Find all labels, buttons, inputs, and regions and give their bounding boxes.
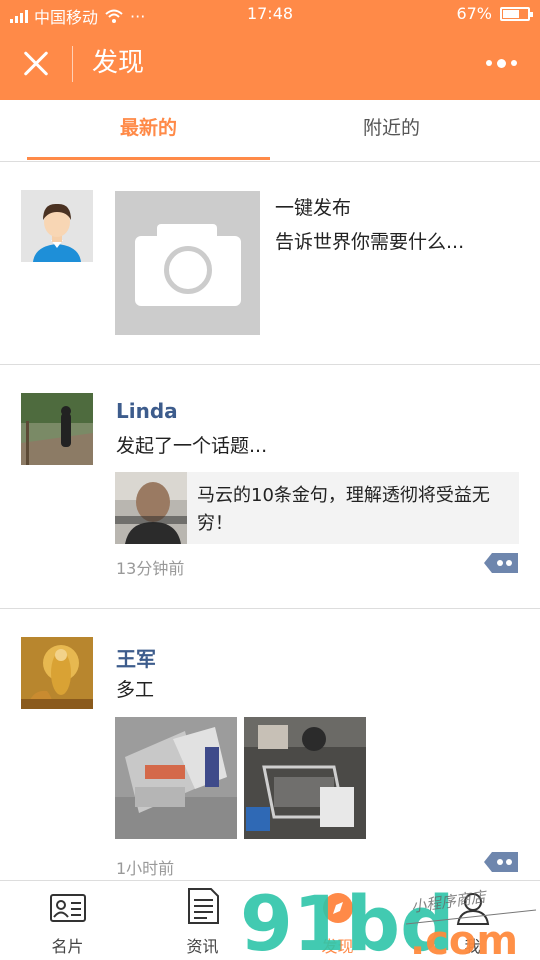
nav-label: 我 bbox=[464, 937, 481, 956]
post-timestamp: 13分钟前 bbox=[116, 559, 185, 578]
close-button[interactable] bbox=[18, 46, 54, 82]
nav-item-me[interactable]: 我 bbox=[405, 881, 540, 960]
card-icon bbox=[50, 894, 86, 922]
title-bar: 发现 bbox=[0, 30, 540, 100]
post-timestamp: 1小时前 bbox=[116, 859, 175, 878]
status-bar: 中国移动 ··· 17:48 67% bbox=[0, 0, 540, 30]
nav-label: 发现 bbox=[321, 937, 354, 956]
compose-section: 一键发布 告诉世界你需要什么... bbox=[0, 163, 540, 365]
compass-icon bbox=[323, 893, 353, 923]
compose-title[interactable]: 一键发布 bbox=[275, 193, 351, 220]
app-header: 中国移动 ··· 17:48 67% 发现 bbox=[0, 0, 540, 100]
nav-label: 名片 bbox=[51, 937, 84, 956]
battery-percent: 67% bbox=[456, 4, 492, 23]
shared-article-card[interactable]: 马云的10条金句，理解透彻将受益无穷！ bbox=[115, 472, 519, 544]
nav-item-news[interactable]: 资讯 bbox=[135, 881, 270, 960]
battery-icon bbox=[500, 6, 533, 21]
feed-post: 王军 多工 1小时前 bbox=[0, 609, 540, 881]
nav-label: 资讯 bbox=[186, 937, 219, 956]
compose-prompt[interactable]: 告诉世界你需要什么... bbox=[275, 227, 464, 254]
more-options-button[interactable] bbox=[486, 56, 518, 70]
tab-nearby[interactable]: 附近的 bbox=[270, 100, 513, 160]
page-title: 发现 bbox=[92, 48, 145, 78]
post-text: 发起了一个话题... bbox=[116, 435, 268, 457]
user-avatar[interactable] bbox=[21, 637, 93, 709]
post-author-name[interactable]: 王军 bbox=[116, 643, 156, 672]
post-photo[interactable] bbox=[244, 717, 366, 839]
comment-icon[interactable] bbox=[484, 553, 518, 573]
nav-item-discover[interactable]: 发现 bbox=[270, 881, 405, 960]
tab-bar: 最新的 附近的 bbox=[0, 100, 540, 162]
post-photo[interactable] bbox=[115, 717, 237, 839]
post-author-name[interactable]: Linda bbox=[116, 399, 178, 423]
add-photo-button[interactable] bbox=[115, 191, 260, 335]
article-thumbnail bbox=[115, 472, 187, 544]
my-avatar[interactable] bbox=[21, 190, 93, 262]
feed-post: Linda 发起了一个话题... 马云的10条金句，理解透彻将受益无穷！ 13分… bbox=[0, 365, 540, 609]
bottom-navigation: 名片 资讯 发现 我 bbox=[0, 880, 540, 960]
user-avatar[interactable] bbox=[21, 393, 93, 465]
person-icon bbox=[456, 893, 490, 925]
comment-icon[interactable] bbox=[484, 852, 518, 872]
title-divider bbox=[72, 46, 73, 82]
document-icon bbox=[188, 888, 219, 924]
shared-article-title: 马云的10条金句，理解透彻将受益无穷！ bbox=[197, 485, 490, 534]
post-text: 多工 bbox=[116, 679, 155, 701]
nav-item-card[interactable]: 名片 bbox=[0, 881, 135, 960]
tab-latest[interactable]: 最新的 bbox=[27, 100, 270, 160]
